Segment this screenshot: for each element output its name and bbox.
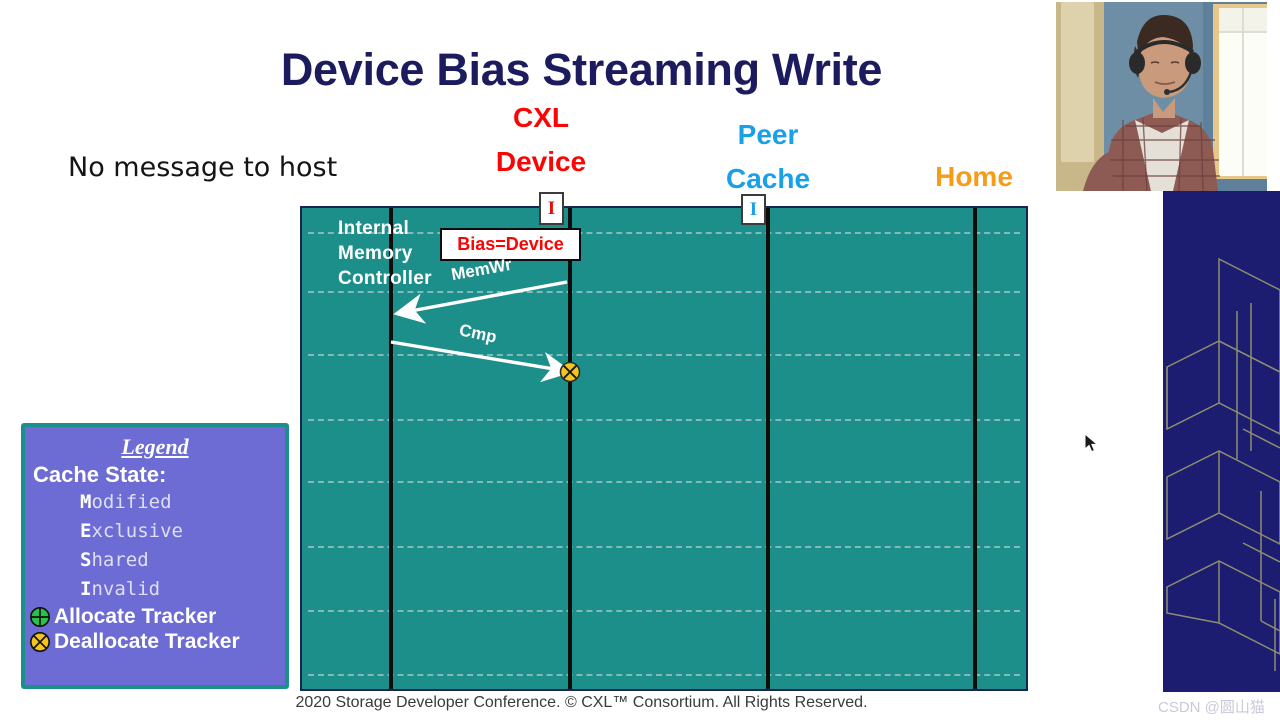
legend-state-shared-rest: hared bbox=[91, 549, 149, 571]
legend-state-modified-rest: odified bbox=[91, 491, 172, 513]
legend-allocate-tracker: Allocate Tracker bbox=[29, 605, 285, 629]
diagram-gridline bbox=[308, 481, 1020, 483]
legend-state-shared-initial: S bbox=[80, 549, 92, 571]
legend-panel: Legend Cache State: Modified Exclusive S… bbox=[21, 423, 289, 689]
state-box-cxl-device: I bbox=[539, 192, 564, 225]
legend-title: Legend bbox=[121, 434, 189, 459]
imc-label-line1: Internal bbox=[338, 218, 410, 239]
mouse-cursor bbox=[1084, 433, 1099, 453]
legend-allocate-tracker-label: Allocate Tracker bbox=[54, 605, 217, 628]
slide-canvas: Device Bias Streaming Write No message t… bbox=[0, 0, 1163, 723]
legend-state-modified: Modified bbox=[80, 488, 285, 517]
note-no-message-to-host: No message to host bbox=[68, 152, 338, 183]
legend-state-exclusive: Exclusive bbox=[80, 517, 285, 546]
legend-state-invalid-initial: I bbox=[80, 578, 92, 600]
internal-memory-controller-label: Internal Memory Controller bbox=[338, 216, 432, 291]
legend-deallocate-tracker: Deallocate Tracker bbox=[29, 630, 285, 654]
column-header-cxl-device-line1: CXL bbox=[513, 102, 569, 133]
bias-device-box: Bias=Device bbox=[440, 228, 581, 261]
presenter-video-frame bbox=[1043, 0, 1280, 191]
lifeline-peer-cache bbox=[766, 208, 770, 689]
column-header-cxl-device: CXL Device bbox=[451, 96, 631, 184]
legend-state-invalid: Invalid bbox=[80, 575, 285, 604]
isometric-wireframe-graphic bbox=[1166, 257, 1280, 671]
legend-subtitle: Cache State: bbox=[33, 462, 167, 487]
sequence-diagram: Internal Memory Controller bbox=[300, 206, 1028, 691]
diagram-gridline bbox=[308, 546, 1020, 548]
diagram-gridline bbox=[308, 354, 1020, 356]
legend-deallocate-tracker-label: Deallocate Tracker bbox=[54, 630, 240, 653]
imc-label-line3: Controller bbox=[338, 268, 432, 289]
column-header-peer-cache: Peer Cache bbox=[678, 113, 858, 201]
diagram-gridline bbox=[308, 674, 1020, 676]
csdn-watermark: CSDN @圆山猫 bbox=[1158, 699, 1265, 716]
diagram-gridline bbox=[308, 291, 1020, 293]
lifeline-cxl-device bbox=[568, 208, 572, 689]
diagram-gridline bbox=[308, 610, 1020, 612]
deallocate-tracker-icon bbox=[30, 632, 50, 652]
slide-footer: 2020 Storage Developer Conference. © CXL… bbox=[295, 694, 868, 711]
legend-state-shared: Shared bbox=[80, 546, 285, 575]
state-box-peer-cache: I bbox=[741, 194, 766, 225]
legend-state-modified-initial: M bbox=[80, 491, 92, 513]
lifeline-home bbox=[973, 208, 977, 689]
diagram-gridline bbox=[308, 419, 1020, 421]
column-header-peer-cache-line1: Peer bbox=[737, 119, 799, 150]
presenter-video-panel[interactable] bbox=[1043, 0, 1280, 191]
allocate-tracker-icon bbox=[30, 607, 50, 627]
legend-state-invalid-rest: nvalid bbox=[91, 578, 161, 600]
legend-state-exclusive-initial: E bbox=[80, 520, 92, 542]
column-header-home-line1: Home bbox=[935, 161, 1013, 192]
legend-state-exclusive-rest: xclusive bbox=[91, 520, 183, 542]
page-title: Device Bias Streaming Write bbox=[280, 44, 883, 95]
imc-label-line2: Memory bbox=[338, 243, 413, 264]
column-header-cxl-device-line2: Device bbox=[495, 146, 587, 177]
column-header-home: Home bbox=[884, 155, 1064, 199]
column-header-peer-cache-line2: Cache bbox=[725, 163, 811, 194]
decorative-side-panel bbox=[1163, 191, 1280, 692]
